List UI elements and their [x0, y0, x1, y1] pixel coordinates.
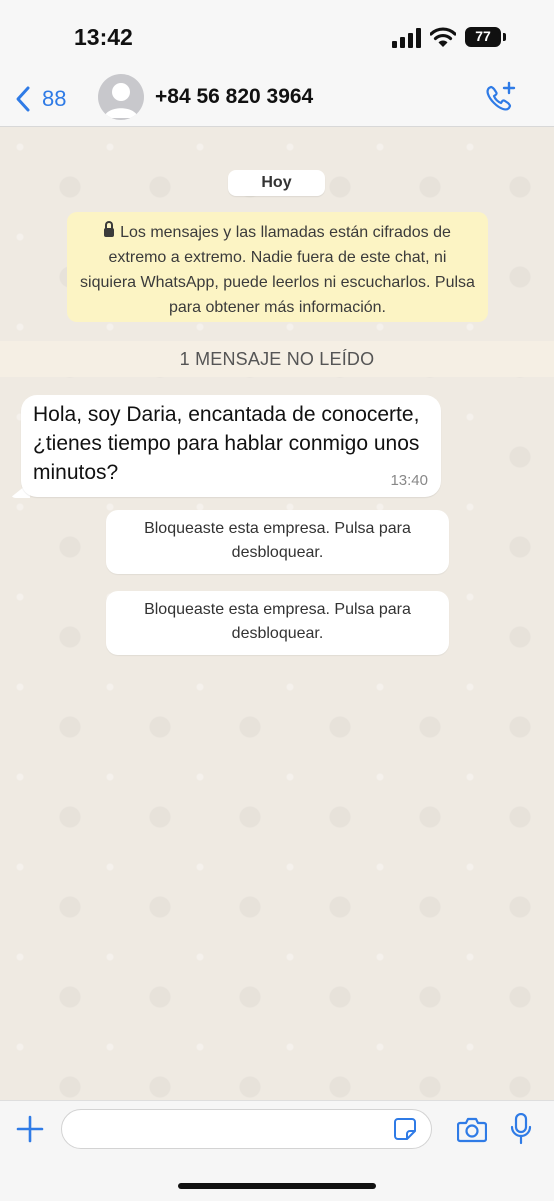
date-separator: Hoy [228, 170, 325, 196]
blocked-business-notice[interactable]: Bloqueaste esta empresa. Pulsa para desb… [106, 510, 449, 574]
lock-icon [104, 221, 115, 237]
sticker-icon[interactable] [393, 1117, 417, 1141]
message-composer [0, 1100, 554, 1201]
message-text: Hola, soy Daria, encantada de conocerte,… [33, 403, 420, 484]
blocked-business-notice[interactable]: Bloqueaste esta empresa. Pulsa para desb… [106, 591, 449, 655]
encryption-notice-text: Los mensajes y las llamadas están cifrad… [80, 224, 475, 316]
chat-header: 88 +84 56 820 3964 [0, 72, 554, 127]
status-bar: 13:42 77 [0, 0, 554, 72]
plus-icon[interactable] [16, 1115, 44, 1143]
home-indicator [178, 1183, 376, 1189]
add-call-icon[interactable] [482, 80, 518, 116]
wifi-icon [430, 27, 456, 47]
incoming-message[interactable]: Hola, soy Daria, encantada de conocerte,… [21, 395, 441, 497]
battery-cap [503, 33, 506, 41]
microphone-icon[interactable] [510, 1113, 532, 1145]
encryption-notice[interactable]: Los mensajes y las llamadas están cifrad… [67, 212, 488, 322]
contact-name[interactable]: +84 56 820 3964 [155, 85, 313, 109]
chevron-left-icon [16, 86, 30, 112]
chat-area[interactable]: Hoy Los mensajes y las llamadas están ci… [0, 127, 554, 1100]
status-time: 13:42 [74, 24, 133, 50]
unread-chats-count: 88 [42, 86, 67, 111]
battery-level: 77 [475, 28, 491, 44]
blocked-notice-text: Bloqueaste esta empresa. Pulsa para desb… [144, 601, 411, 642]
message-time: 13:40 [390, 472, 428, 489]
battery-icon: 77 [465, 27, 501, 47]
camera-icon[interactable] [457, 1115, 487, 1143]
unread-messages-banner: 1 MENSAJE NO LEÍDO [0, 341, 554, 377]
blocked-notice-text: Bloqueaste esta empresa. Pulsa para desb… [144, 520, 411, 561]
message-input-container [61, 1109, 432, 1150]
contact-avatar[interactable] [98, 74, 144, 120]
default-avatar-icon [104, 83, 138, 118]
back-button[interactable]: 88 [14, 82, 66, 116]
message-input[interactable] [76, 1110, 390, 1150]
cellular-signal-icon [392, 28, 421, 48]
